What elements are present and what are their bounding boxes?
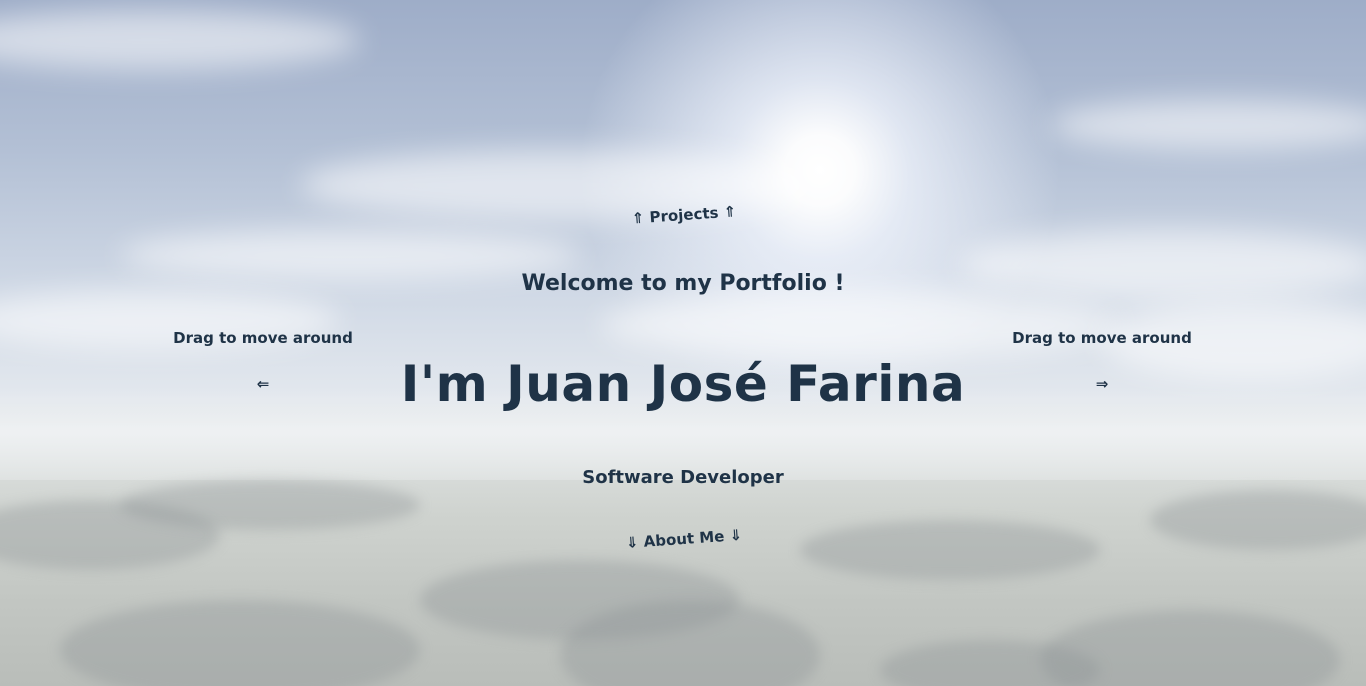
cloud <box>960 230 1366 300</box>
cloud <box>1050 100 1366 150</box>
terrain <box>60 600 420 686</box>
drag-hint-left: Drag to move around <box>173 329 353 347</box>
arrow-left-icon[interactable]: ⇐ <box>257 375 270 393</box>
terrain <box>120 480 420 530</box>
cloud <box>0 10 360 70</box>
hero-name: I'm Juan José Farina <box>400 355 966 413</box>
terrain <box>1150 490 1366 550</box>
arrow-right-icon[interactable]: ⇒ <box>1096 375 1109 393</box>
drag-hint-right: Drag to move around <box>1012 329 1192 347</box>
cloud <box>600 290 1120 360</box>
welcome-heading: Welcome to my Portfolio ! <box>521 271 845 296</box>
cloud <box>300 150 820 220</box>
terrain <box>800 520 1100 580</box>
cloud <box>120 230 580 280</box>
hero-role: Software Developer <box>582 467 784 488</box>
